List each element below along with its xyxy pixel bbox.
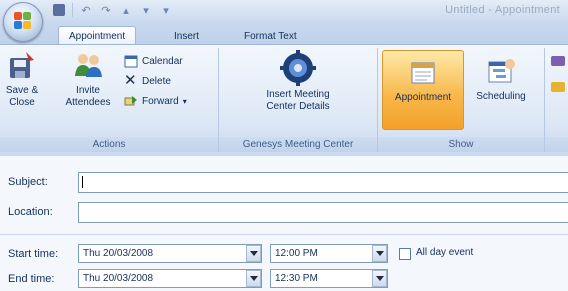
title-bar: ↶ ↷ ▴ ▾ ▾ Untitled - Appointment <box>0 0 568 22</box>
calendar-label: Calendar <box>142 55 183 67</box>
calendar-icon <box>124 54 138 68</box>
genesys-group-label: Genesys Meeting Center <box>219 137 377 152</box>
save-close-label-1: Save & <box>5 85 39 96</box>
form-divider <box>0 234 568 235</box>
partial-group-label <box>545 137 568 152</box>
end-time-field[interactable]: 12:30 PM <box>270 269 388 288</box>
end-time-label: End time: <box>8 273 55 285</box>
insert-meeting-label-2: Center Details <box>266 101 330 112</box>
start-time-dropdown-icon[interactable] <box>372 245 387 262</box>
meeting-center-icon <box>280 50 316 86</box>
delete-icon: ✕ <box>124 72 137 89</box>
delete-label: Delete <box>142 75 171 87</box>
start-time-field[interactable]: 12:00 PM <box>270 244 388 263</box>
end-date-field[interactable]: Thu 20/03/2008 <box>78 269 262 288</box>
office-button[interactable] <box>3 2 43 42</box>
invite-attendees-icon <box>72 50 104 82</box>
save-close-label-2: Close <box>9 97 35 108</box>
undo-icon[interactable]: ↶ <box>79 3 93 17</box>
insert-meeting-label-1: Insert Meeting <box>266 89 330 100</box>
show-group: Appointment Scheduling Show <box>378 48 545 152</box>
scheduling-view-label: Scheduling <box>476 91 526 102</box>
redo-icon[interactable]: ↷ <box>99 3 113 17</box>
toolbar-divider <box>72 3 73 17</box>
end-date-dropdown-icon[interactable] <box>246 270 261 287</box>
insert-meeting-center-button[interactable]: Insert Meeting Center Details <box>237 50 359 113</box>
ribbon-tab-bar: Appointment Insert Format Text <box>0 22 568 45</box>
calendar-button[interactable]: Calendar <box>124 54 183 68</box>
window-title: Untitled - Appointment <box>445 4 560 16</box>
scheduling-view-button[interactable]: Scheduling <box>468 50 534 103</box>
subject-input[interactable] <box>78 172 568 193</box>
appointment-view-button[interactable]: Appointment <box>382 50 464 130</box>
save-close-button[interactable]: Save & Close <box>4 50 40 109</box>
partial-group-icon[interactable] <box>551 56 565 66</box>
show-group-label: Show <box>378 137 544 152</box>
genesys-meeting-center-group: Insert Meeting Center Details Genesys Me… <box>219 48 378 152</box>
partial-ribbon-group <box>545 48 568 152</box>
quick-access-toolbar: ↶ ↷ ▴ ▾ ▾ <box>52 3 173 17</box>
end-time-dropdown-icon[interactable] <box>372 270 387 287</box>
start-date-dropdown-icon[interactable] <box>246 245 261 262</box>
forward-button[interactable]: Forward ▾ <box>124 94 187 108</box>
delete-button[interactable]: ✕ Delete <box>124 72 171 89</box>
all-day-event-checkbox[interactable] <box>399 248 411 260</box>
subject-label: Subject: <box>8 176 48 188</box>
previous-item-icon[interactable]: ▴ <box>119 3 133 17</box>
forward-icon <box>124 94 138 108</box>
appointment-view-label: Appointment <box>394 92 452 103</box>
office-button-icon <box>14 12 32 30</box>
tab-appointment[interactable]: Appointment <box>58 26 137 45</box>
scheduling-icon <box>485 56 517 88</box>
customize-toolbar-icon[interactable]: ▾ <box>159 3 173 17</box>
start-date-field[interactable]: Thu 20/03/2008 <box>78 244 262 263</box>
invite-label-1: Invite <box>76 85 100 96</box>
tab-format-text[interactable]: Format Text <box>234 28 307 44</box>
text-cursor <box>82 176 83 188</box>
save-close-icon <box>6 50 38 82</box>
all-day-event-label: All day event <box>416 247 474 258</box>
save-icon[interactable] <box>52 3 66 17</box>
next-item-icon[interactable]: ▾ <box>139 3 153 17</box>
start-time-label: Start time: <box>8 248 59 260</box>
appointment-form: Subject: Location: Start time: Thu 20/03… <box>0 156 568 291</box>
location-label: Location: <box>8 206 53 218</box>
actions-group: Save & Close Invite Attendees Calendar ✕… <box>0 48 219 152</box>
actions-group-label: Actions <box>0 137 218 152</box>
tab-insert[interactable]: Insert <box>164 28 209 44</box>
partial-group-icon-2[interactable] <box>551 82 565 92</box>
appointment-icon <box>407 57 439 89</box>
invite-label-2: Attendees <box>65 97 111 108</box>
chevron-down-icon[interactable]: ▾ <box>183 97 187 106</box>
ribbon: Save & Close Invite Attendees Calendar ✕… <box>0 44 568 157</box>
forward-label: Forward <box>142 95 179 107</box>
location-input[interactable] <box>78 202 568 223</box>
invite-attendees-button[interactable]: Invite Attendees <box>58 50 118 109</box>
